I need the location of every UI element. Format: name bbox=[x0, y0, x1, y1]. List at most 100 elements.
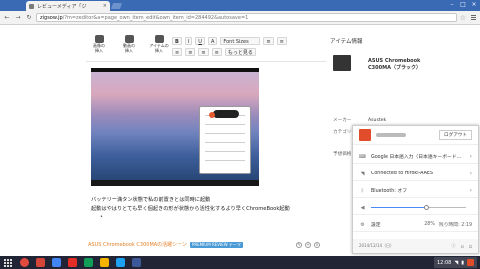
shelf: 12:08 ◥ ▮ bbox=[0, 256, 480, 269]
delete-icon[interactable]: × bbox=[314, 241, 320, 248]
font-color-button[interactable]: A bbox=[207, 36, 218, 45]
battery-time: 残り時間: 2:19 bbox=[438, 223, 472, 228]
insert-item-button[interactable]: アイテムの 挿入 bbox=[148, 35, 170, 54]
ime-row[interactable]: ⌨ Google 日本語入力（日本語キーボード... › bbox=[353, 150, 478, 164]
bullet-list-button[interactable]: ≡ bbox=[263, 36, 274, 45]
pinned-apps bbox=[20, 258, 141, 267]
ime-label: Google 日本語入力（日本語キーボード... bbox=[371, 155, 462, 160]
divider bbox=[86, 61, 326, 62]
keyboard-icon: ⌨ bbox=[358, 153, 367, 160]
favicon-icon bbox=[29, 3, 34, 9]
product-row: ASUS Chromebook C300MAの活躍シーン PREMIUM REV… bbox=[88, 241, 320, 248]
text-line-2: 起動はやはりとても早く個起きの形が状態から活性化するより早くChromeBook… bbox=[91, 206, 290, 212]
menu-icon[interactable] bbox=[469, 15, 477, 20]
bookmark-star-icon[interactable]: ☆ bbox=[460, 14, 466, 22]
product-tag-badge: PREMIUM REVIEW テーマ bbox=[189, 241, 243, 248]
embedded-screenshot-image[interactable] bbox=[91, 68, 259, 186]
info-icon[interactable]: ⓘ bbox=[451, 243, 455, 249]
insert-buttons: 画像の 挿入 動画の 挿入 アイテムの 挿入 bbox=[88, 35, 170, 54]
settings-label: 設定 bbox=[371, 223, 381, 228]
system-tray-popup: ログアウト ⌨ Google 日本語入力（日本語キーボード... › ◥ Con… bbox=[352, 125, 479, 254]
avatar bbox=[359, 129, 371, 141]
gmail-app-icon[interactable] bbox=[36, 258, 45, 267]
app-launcher-icon[interactable] bbox=[3, 258, 12, 267]
volume-slider[interactable] bbox=[371, 205, 466, 210]
network-row[interactable]: ◥ Connected to Hiroki-AAES › bbox=[353, 167, 478, 181]
toolbar: ← → ↻ zigsow.jp /?m=zeditor&a=page_own_i… bbox=[0, 11, 480, 25]
new-tab-button[interactable] bbox=[110, 3, 123, 9]
insert-item-label: アイテムの 挿入 bbox=[149, 43, 169, 53]
url-host: zigsow.jp bbox=[40, 14, 63, 21]
editor-body-text[interactable]: バッテリー満タン状態で私の前置きとは同時に起動 起動はやはりとても早く個起きの形… bbox=[91, 196, 321, 214]
align-left-button[interactable]: ≡ bbox=[172, 47, 183, 56]
power-icon[interactable]: ⏻ bbox=[469, 244, 472, 249]
lock-icon[interactable]: ⊡ bbox=[460, 244, 463, 249]
address-bar[interactable]: zigsow.jp /?m=zeditor&a=page_own_item_ed… bbox=[36, 13, 457, 22]
edit-icon[interactable]: ✎ bbox=[296, 241, 302, 248]
image-icon bbox=[94, 35, 104, 43]
gear-icon: ⚙ bbox=[360, 221, 365, 228]
bold-button[interactable]: B bbox=[172, 36, 182, 45]
bluetooth-row[interactable]: ᛒ Bluetooth: オフ › bbox=[353, 184, 478, 198]
reload-icon[interactable]: ↻ bbox=[25, 14, 33, 22]
chevron-right-icon: › bbox=[469, 170, 472, 177]
twitter-app-icon[interactable] bbox=[116, 258, 125, 267]
avatar bbox=[467, 259, 474, 266]
wifi-icon: ◥ bbox=[360, 170, 365, 177]
link-button[interactable]: ≡ bbox=[211, 47, 222, 56]
browser-tab[interactable]: レビューメディア「ジ × bbox=[26, 1, 110, 11]
close-icon[interactable]: × bbox=[103, 3, 107, 9]
font-size-select[interactable]: Font Sizes bbox=[220, 36, 261, 45]
product-link[interactable]: ASUS Chromebook C300MAの活躍シーン bbox=[88, 241, 187, 248]
insert-video-button[interactable]: 動画の 挿入 bbox=[118, 35, 140, 54]
more-button[interactable]: もっと見る bbox=[224, 47, 256, 56]
battery-icon: ▮ bbox=[461, 259, 464, 266]
tray-user-row: ログアウト bbox=[353, 126, 478, 145]
chevron-right-icon: › bbox=[469, 153, 472, 160]
minimize-icon[interactable]: – bbox=[447, 1, 457, 8]
add-icon[interactable]: + bbox=[305, 241, 311, 248]
insert-video-label: 動画の 挿入 bbox=[123, 43, 135, 53]
clock: 12:08 bbox=[436, 259, 452, 266]
battery-percent: 28% bbox=[424, 222, 435, 227]
item-icon bbox=[154, 35, 164, 43]
close-window-icon[interactable]: × bbox=[469, 1, 479, 8]
italic-button[interactable]: I bbox=[184, 36, 193, 45]
info-key: メーカー bbox=[333, 118, 352, 123]
logout-button[interactable]: ログアウト bbox=[439, 130, 472, 140]
youtube-app-icon[interactable] bbox=[68, 258, 77, 267]
align-center-button[interactable]: ≡ bbox=[185, 47, 196, 56]
network-label: Connected to Hiroki-AAES bbox=[371, 171, 433, 176]
user-name-redacted bbox=[376, 133, 406, 137]
chrome-app-icon[interactable] bbox=[20, 258, 29, 267]
date-label: 2014/12/14（日） bbox=[359, 243, 395, 248]
back-icon[interactable]: ← bbox=[3, 14, 11, 22]
bluetooth-label: Bluetooth: オフ bbox=[371, 189, 408, 194]
tab-title: レビューメディア「ジ bbox=[37, 3, 87, 10]
insert-image-label: 画像の 挿入 bbox=[93, 43, 105, 53]
bluetooth-icon: ᛒ bbox=[360, 187, 364, 194]
speaker-icon[interactable]: ◀ bbox=[359, 205, 366, 211]
insert-image-button[interactable]: 画像の 挿入 bbox=[88, 35, 110, 54]
numbered-list-button[interactable]: ≡ bbox=[276, 36, 287, 45]
settings-row[interactable]: ⚙ 設定 28% 残り時間: 2:19 bbox=[353, 218, 478, 232]
url-path: /?m=zeditor&a=page_own_item_edit&own_ite… bbox=[62, 14, 249, 21]
align-right-button[interactable]: ≡ bbox=[198, 47, 209, 56]
wifi-icon: ◥ bbox=[454, 259, 459, 266]
google-search-app-icon[interactable] bbox=[52, 258, 61, 267]
panel-title: アイテム情報 bbox=[330, 39, 363, 45]
files-app-icon[interactable] bbox=[100, 258, 109, 267]
tray-status-bar: 2014/12/14（日） ⓘ ⊡ ⏻ bbox=[353, 239, 478, 253]
forward-icon[interactable]: → bbox=[14, 14, 22, 22]
info-value: Asustek bbox=[368, 118, 387, 123]
facebook-app-icon[interactable] bbox=[132, 258, 141, 267]
maximize-icon[interactable]: □ bbox=[458, 1, 468, 8]
drive-app-icon[interactable] bbox=[84, 258, 93, 267]
item-info-panel: アイテム情報 ASUS Chromebook C300MA（ブラック） メーカー… bbox=[330, 37, 480, 157]
volume-slider-knob[interactable] bbox=[424, 205, 430, 210]
format-toolbar: B I U A Font Sizes ≡ ≡ ≡ ≡ ≡ ≡ もっと見る bbox=[172, 36, 322, 58]
product-name[interactable]: ASUS Chromebook C300MA（ブラック） bbox=[368, 58, 421, 72]
volume-row: ◀ bbox=[353, 201, 478, 215]
status-area[interactable]: 12:08 ◥ ▮ bbox=[433, 257, 477, 268]
underline-button[interactable]: U bbox=[195, 36, 205, 45]
